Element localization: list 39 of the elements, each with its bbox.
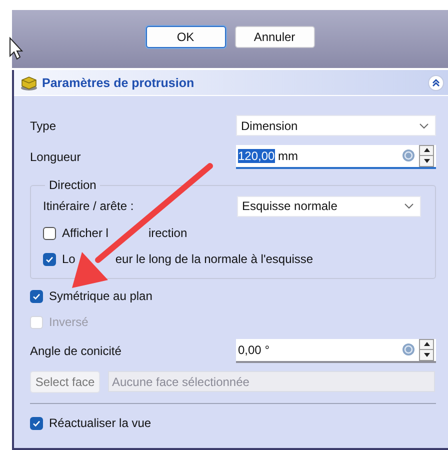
checkbox-label: Lo	[62, 252, 76, 266]
spin-up-icon[interactable]	[424, 342, 430, 346]
quantity-field[interactable]: 0,00 °	[236, 338, 436, 362]
checkmark-icon	[32, 418, 41, 428]
dialog-button[interactable]: OK	[146, 26, 226, 48]
field-label: Angle de conicité	[30, 344, 122, 358]
checkmark-icon	[32, 292, 41, 300]
checkbox-label: Afficher l	[62, 226, 108, 240]
group-title: Direction	[48, 178, 98, 192]
field-label: Longueur	[30, 150, 82, 164]
face-field: Aucune face sélectionnée	[108, 371, 435, 392]
checkbox[interactable]	[30, 416, 43, 430]
spin-down-icon[interactable]	[424, 352, 430, 357]
collapse-icon[interactable]	[428, 74, 444, 90]
extrusion-icon	[20, 74, 38, 90]
checkbox-label: Symétrique au plan	[49, 289, 152, 303]
checkbox-label: Inversé	[49, 315, 88, 329]
pointer-cursor-icon	[10, 36, 24, 60]
field-label: Itinéraire / arête :	[43, 199, 135, 213]
spin-up-icon[interactable]	[424, 148, 430, 152]
spin-buttons[interactable]	[419, 338, 434, 360]
checkbox[interactable]	[43, 226, 56, 240]
checkbox-label: Réactualiser la vue	[49, 416, 152, 430]
dropdown-chevron-icon	[404, 203, 414, 209]
panel-title: Paramètres de protrusion	[42, 76, 196, 90]
combo-box[interactable]: Esquisse normale	[237, 196, 421, 216]
checkbox[interactable]	[43, 252, 56, 266]
quantity-field[interactable]: 120,00 mm	[236, 144, 436, 168]
checkbox-label: eur le long de la normale à l'esquisse	[115, 252, 314, 266]
checkbox-label: irection	[148, 226, 188, 240]
checkmark-icon	[45, 254, 54, 264]
checkbox[interactable]	[30, 290, 43, 302]
field-label: Type	[30, 118, 58, 132]
dialog-button[interactable]: Annuler	[234, 26, 314, 48]
combo-box[interactable]: Dimension	[236, 115, 436, 136]
spin-buttons[interactable]	[419, 144, 434, 166]
select-face-button[interactable]: Select face	[30, 370, 100, 392]
spin-down-icon[interactable]	[424, 158, 430, 163]
dropdown-chevron-icon	[419, 122, 429, 128]
